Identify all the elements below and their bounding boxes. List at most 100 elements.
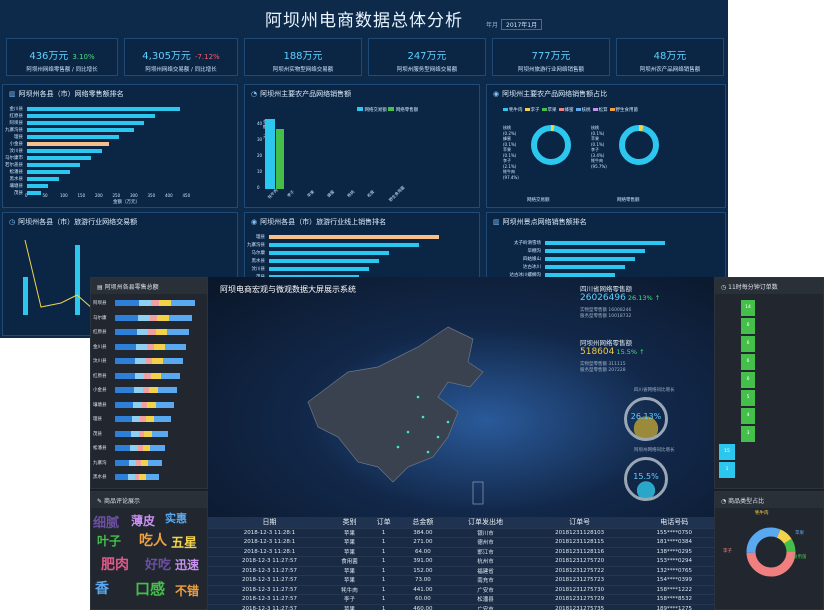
pin-icon: ◉ xyxy=(493,90,500,98)
table-cell: 132****0765 xyxy=(634,565,714,576)
table-cell: 福建省 xyxy=(446,565,525,576)
china-map[interactable] xyxy=(298,317,498,517)
cloud-word: 迅速 xyxy=(175,558,200,572)
minute-bar: 3 xyxy=(741,426,755,442)
table-cell: 158****1222 xyxy=(634,584,714,595)
x-tick: 200 xyxy=(95,193,103,198)
county-segment xyxy=(138,314,150,321)
gauge-sichuan: 26.13% xyxy=(624,397,668,441)
pie-icon: ◔ xyxy=(721,498,727,505)
county-segment xyxy=(171,300,195,306)
table-cell: 391.00 xyxy=(399,556,447,566)
pin-icon: ◉ xyxy=(251,218,258,226)
county-segment xyxy=(134,372,145,379)
county-label: 阿坝县 xyxy=(9,121,24,126)
county-segment xyxy=(152,358,163,364)
county-segment xyxy=(146,343,155,350)
cloud-word: 实惠 xyxy=(165,512,187,525)
county-segment xyxy=(150,445,165,451)
rank-label: 九寨沟县 xyxy=(247,243,265,248)
county-segment xyxy=(115,314,139,321)
dashboard-title: 阿坝州电商数据总体分析 xyxy=(265,11,463,31)
table-row[interactable]: 2018-12-3 11:27:57 牦牛肉 1 441.00 广安市 201812312… xyxy=(208,584,714,595)
table-cell: 广安市 xyxy=(446,584,525,595)
table-row[interactable]: 2018-12-3 11:27:57 苹果 1 73.00 南充市 20181231275… xyxy=(208,575,714,585)
county-row-label: 壤塘县 xyxy=(93,402,107,408)
table-row[interactable]: 2018-12-3 11:28:1 苹果 1 64.00 邯江市 201812311281… xyxy=(208,546,714,557)
minute-bar: 6 xyxy=(741,372,755,388)
kpi-agri: 48万元 阿坝州农产品网络销售额 xyxy=(616,38,724,76)
table-cell: 2018-12-3 11:28:1 xyxy=(208,527,331,538)
agri-tick: 10 xyxy=(257,169,263,174)
rank-label: 马尔康 xyxy=(251,251,266,256)
table-row[interactable]: 2018-12-3 11:27:57 苹果 1 152.00 福建省 2018123127… xyxy=(208,565,714,576)
table-cell: 20181231128115 xyxy=(524,537,635,547)
agri-tick: 20 xyxy=(257,153,263,158)
kpi-physical: 188万元 阿坝州实物型网络交易额 xyxy=(244,38,362,76)
table-cell: 李子 xyxy=(331,594,368,604)
table-cell: 德州市 xyxy=(446,537,525,547)
county-bar xyxy=(27,142,109,146)
map-area[interactable]: 阿坝电商宏观与微观数据大屏展示系统 四川省网络零售额 26026496 26.1… xyxy=(208,277,714,517)
county-label: 若尔盖县 xyxy=(5,163,23,168)
kpi-change-up: 3.10% xyxy=(72,53,95,61)
legend-swatch xyxy=(503,108,508,111)
x-tick: 450 xyxy=(182,193,191,198)
cloud-word: 细腻 xyxy=(93,516,120,531)
table-cell: 152.00 xyxy=(399,565,447,576)
table-cell: 384.00 xyxy=(399,527,447,538)
county-segment xyxy=(149,387,159,393)
table-cell: 1 xyxy=(367,594,400,604)
county-segment xyxy=(115,358,136,364)
rank-bar xyxy=(269,251,389,255)
month-filter[interactable]: 年月 2017年1月 xyxy=(486,19,543,30)
table-row[interactable]: 2018-12-3 11:27:57 苹果 1 460.00 广安市 2018123127… xyxy=(208,603,714,610)
scenic-label: 达古冰川 xyxy=(523,265,541,270)
x-tick: 250 xyxy=(112,193,121,198)
rank-bar xyxy=(269,235,439,239)
county-segment xyxy=(115,401,133,408)
county-segment xyxy=(164,343,186,350)
month-select[interactable]: 2017年1月 xyxy=(501,19,543,30)
table-cell: 牦牛肉 xyxy=(331,584,368,595)
table-cell: 杭州市 xyxy=(446,556,525,566)
table-cell: 2018-12-3 11:28:1 xyxy=(208,537,331,547)
county-segment xyxy=(148,329,156,335)
cloud-word: 好吃 xyxy=(145,558,172,573)
table-header: 总金额 xyxy=(399,517,447,528)
cloud-word: 香 xyxy=(95,581,109,597)
table-row[interactable]: 2018-12-3 11:27:57 食用菌 1 391.00 杭州市 201812312… xyxy=(208,556,714,566)
county-label: 金川县 xyxy=(9,107,24,112)
table-cell: 153****0294 xyxy=(634,556,714,566)
table-row[interactable]: 2018-12-3 11:27:57 李子 1 60.00 松潘县 20181231275… xyxy=(208,594,714,604)
county-label: 红原县 xyxy=(9,114,24,119)
scenic-label: 太子岭滑雪场 xyxy=(514,241,541,246)
legend-label: 牦牛肉 xyxy=(509,108,523,113)
county-row-label: 阿坝县 xyxy=(93,301,107,306)
legend-label: 蜂蜜 xyxy=(564,108,574,113)
x-tick: 100 xyxy=(60,193,68,198)
donut-trade xyxy=(531,125,571,165)
minute-bar: 6 xyxy=(741,318,755,334)
county-segment xyxy=(168,314,192,321)
x-tick: 150 xyxy=(77,193,86,198)
county-segment xyxy=(151,300,159,306)
kpi-service: 247万元 阿坝州服务型网络交易额 xyxy=(368,38,486,76)
legend-label: 苹果 xyxy=(547,108,557,113)
table-row[interactable]: 2018-12-3 11:28:1 苹果 1 384.00 银川市 20181231128… xyxy=(208,527,714,538)
county-segment xyxy=(140,459,148,466)
county-segment xyxy=(155,329,167,335)
county-segment xyxy=(158,387,177,393)
donut-retail xyxy=(619,125,659,165)
table-cell: 138****0295 xyxy=(634,546,714,557)
kpi-tourism: 777万元 阿坝州旅游行业网络销售额 xyxy=(492,38,610,76)
table-cell: 1 xyxy=(367,584,400,595)
county-label: 茂县 xyxy=(14,191,23,196)
x-tick: 0 xyxy=(25,193,28,198)
table-cell: 苹果 xyxy=(331,537,368,547)
county-row-label: 金川县 xyxy=(93,344,107,350)
legend-label: 松茸 xyxy=(598,108,608,113)
table-row[interactable]: 2018-12-3 11:28:1 苹果 1 271.00 德州市 20181231128… xyxy=(208,537,714,547)
x-tick: 400 xyxy=(165,193,173,198)
county-bar xyxy=(27,128,134,132)
